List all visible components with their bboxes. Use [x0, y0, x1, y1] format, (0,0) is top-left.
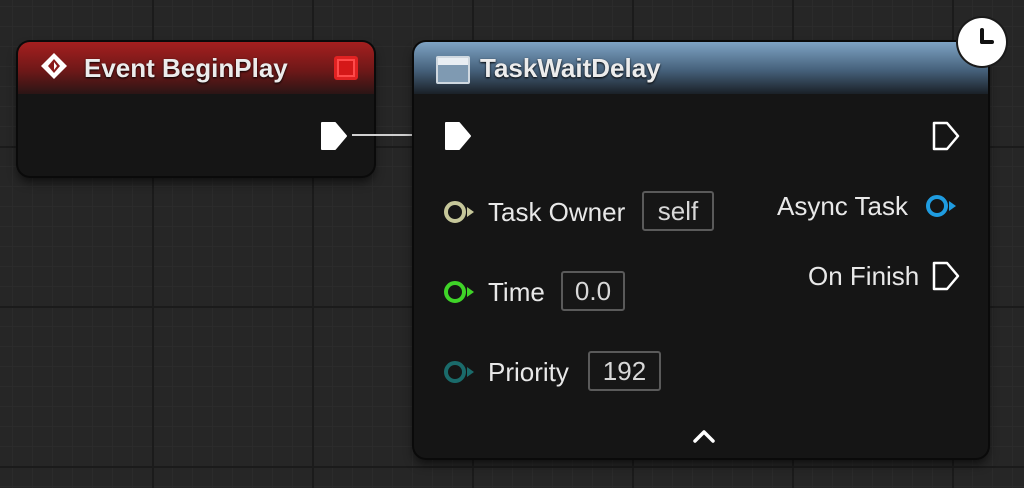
time-label: Time	[488, 277, 545, 307]
event-icon	[41, 53, 67, 79]
task-exec-out-pin[interactable]	[932, 121, 960, 151]
time-value[interactable]: 0.0	[561, 271, 625, 311]
priority-label: Priority	[488, 357, 569, 387]
task-node-title: TaskWaitDelay	[480, 53, 661, 83]
task-exec-in-pin[interactable]	[444, 121, 472, 151]
async-task-label: Async Task	[777, 191, 909, 221]
collapse-chevron-icon[interactable]	[692, 428, 716, 444]
clock-icon	[958, 18, 1006, 66]
task-owner-value[interactable]: self	[642, 191, 714, 231]
priority-pin[interactable]	[442, 360, 476, 384]
async-task-pin[interactable]	[924, 194, 958, 218]
stop-icon[interactable]	[334, 56, 358, 80]
task-wait-delay-node[interactable]: TaskWaitDelay	[414, 42, 988, 458]
on-finish-exec-pin[interactable]	[932, 261, 960, 291]
event-node-title: Event BeginPlay	[84, 53, 288, 83]
task-owner-label: Task Owner	[488, 197, 626, 227]
function-icon	[436, 56, 470, 84]
task-owner-value-text: self	[657, 195, 699, 226]
priority-value[interactable]: 192	[588, 351, 661, 391]
event-beginplay-node[interactable]: Event BeginPlay	[18, 42, 374, 176]
time-pin[interactable]	[442, 280, 476, 304]
on-finish-label: On Finish	[808, 261, 920, 291]
time-value-text: 0.0	[574, 275, 612, 306]
event-node-header[interactable]: Event BeginPlay	[18, 42, 374, 94]
task-node-header[interactable]: TaskWaitDelay	[414, 42, 988, 94]
event-exec-out-pin[interactable]	[320, 121, 348, 151]
task-owner-pin[interactable]	[442, 200, 476, 224]
priority-value-text: 192	[602, 355, 647, 386]
